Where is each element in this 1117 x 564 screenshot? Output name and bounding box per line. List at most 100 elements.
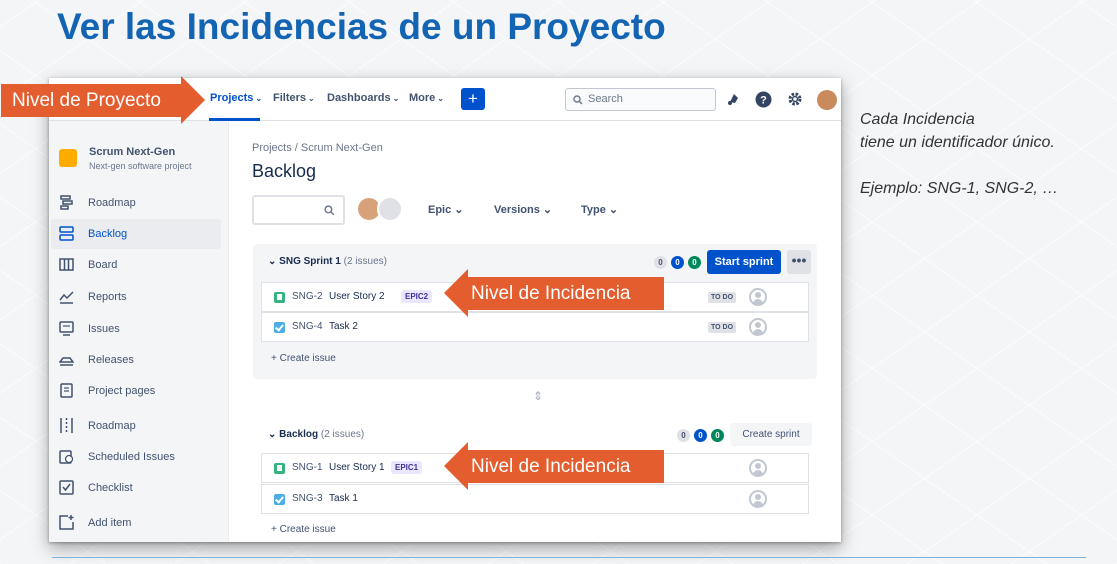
nav-filters[interactable]: Filters ⌄: [273, 92, 315, 104]
issue-key: SNG-1: [292, 462, 323, 473]
sidebar-item-label: Roadmap: [88, 197, 136, 209]
chevron-down-icon: ⌄: [268, 256, 277, 267]
issue-row[interactable]: SNG-4 Task 2 TO DO: [261, 312, 809, 342]
sidebar-item-label: Releases: [88, 354, 134, 366]
releases-icon: [59, 357, 74, 366]
sprint-more-button[interactable]: •••: [787, 250, 811, 274]
unassigned-avatar-icon[interactable]: [749, 288, 767, 306]
epic-filter-label: Epic: [428, 204, 452, 216]
sprint-container: ⌄ SNG Sprint 1 (2 issues) 0 0 0 Start sp…: [253, 244, 817, 379]
settings-icon[interactable]: [787, 91, 803, 107]
issue-summary: User Story 2: [329, 291, 385, 302]
issue-key: SNG-3: [292, 493, 323, 504]
backlog-name: Backlog: [279, 429, 319, 440]
sidebar-item-issues[interactable]: Issues: [51, 314, 221, 344]
issue-key: SNG-2: [292, 291, 323, 302]
callout-label: Nivel de Proyecto: [12, 90, 161, 111]
roadmap-icon: [60, 195, 73, 210]
nav-dashboards[interactable]: Dashboards ⌄: [327, 92, 399, 104]
issue-level-callout: Nivel de Incidencia: [444, 269, 664, 317]
sidebar-item-scheduled-issues[interactable]: Scheduled Issues: [51, 442, 221, 472]
user-avatar[interactable]: [817, 90, 837, 110]
unassigned-avatar-icon[interactable]: [749, 459, 767, 477]
nav-projects[interactable]: Projects ⌄: [210, 92, 262, 104]
sidebar-item-roadmap-2[interactable]: Roadmap: [51, 411, 221, 441]
add-people-icon[interactable]: [377, 196, 403, 222]
type-filter[interactable]: Type ⌄: [581, 203, 618, 216]
done-count-badge: 0: [688, 256, 701, 269]
create-button[interactable]: +: [461, 88, 485, 110]
type-filter-label: Type: [581, 204, 606, 216]
board-icon: [59, 258, 74, 271]
sidebar-item-board[interactable]: Board: [51, 250, 221, 280]
search-input[interactable]: Search: [565, 88, 716, 111]
status-badge[interactable]: TO DO: [708, 292, 737, 303]
reports-icon: [59, 291, 74, 304]
issue-summary: Task 1: [329, 493, 358, 504]
sidebar-item-backlog[interactable]: Backlog: [51, 219, 221, 249]
backlog-header[interactable]: ⌄ Backlog (2 issues): [268, 429, 364, 440]
epic-tag[interactable]: EPIC1: [391, 461, 423, 474]
sidebar-item-label: Backlog: [88, 228, 128, 240]
sidebar-item-label: Project pages: [88, 385, 156, 397]
start-sprint-button[interactable]: Start sprint: [707, 250, 781, 274]
issue-row[interactable]: SNG-3 Task 1: [261, 484, 809, 514]
breadcrumb[interactable]: Projects / Scrum Next-Gen: [252, 142, 383, 154]
nav-more[interactable]: More ⌄: [409, 92, 444, 104]
svg-text:?: ?: [760, 95, 767, 107]
sidebar-item-label: Checklist: [88, 482, 133, 494]
versions-filter[interactable]: Versions ⌄: [494, 203, 552, 216]
sidebar-item-roadmap[interactable]: Roadmap: [51, 188, 221, 218]
done-count-badge: 0: [711, 429, 724, 442]
create-issue-button[interactable]: + Create issue: [271, 353, 336, 364]
create-sprint-button[interactable]: Create sprint: [730, 423, 812, 446]
status-badge[interactable]: TO DO: [708, 322, 737, 333]
nav-filters-label: Filters: [273, 92, 307, 104]
backlog-search-input[interactable]: [252, 195, 345, 225]
chevron-down-icon: ⌄: [268, 429, 277, 440]
chevron-down-icon: ⌄: [308, 94, 315, 103]
project-name[interactable]: Scrum Next-Gen: [89, 146, 175, 158]
notifications-icon[interactable]: [726, 91, 742, 107]
note-line-1: Cada Incidencia: [860, 111, 975, 128]
chevron-down-icon: ⌄: [608, 204, 619, 216]
help-icon[interactable]: ?: [755, 91, 772, 108]
note-example: Ejemplo: SNG-1, SNG-2, …: [860, 180, 1059, 197]
sidebar-item-checklist[interactable]: Checklist: [51, 473, 221, 503]
search-icon: [573, 95, 583, 105]
sidebar-item-label: Scheduled Issues: [88, 451, 175, 463]
task-icon: [274, 494, 285, 505]
scheduled-icon: [59, 450, 74, 464]
sidebar-item-project-pages[interactable]: Project pages: [51, 376, 221, 406]
note-line-2: tiene un identificador único.: [860, 134, 1055, 151]
task-icon: [274, 322, 285, 333]
epic-tag[interactable]: EPIC2: [401, 290, 433, 303]
sidebar-item-releases[interactable]: Releases: [51, 345, 221, 375]
chevron-down-icon: ⌄: [542, 204, 553, 216]
unassigned-avatar-icon[interactable]: [749, 318, 767, 336]
todo-count-badge: 0: [677, 429, 690, 442]
story-icon: [274, 463, 285, 474]
search-icon: [324, 205, 335, 216]
checklist-icon: [59, 480, 74, 495]
drag-handle-icon[interactable]: ⇕: [533, 389, 543, 403]
project-type: Next-gen software project: [89, 161, 192, 171]
backlog-issue-count: (2 issues): [320, 429, 365, 440]
sidebar-item-label: Issues: [88, 323, 120, 335]
callout-label: Nivel de Incidencia: [471, 283, 631, 304]
sidebar-item-label: Reports: [88, 291, 127, 303]
pages-icon: [60, 383, 73, 398]
unassigned-avatar-icon[interactable]: [749, 490, 767, 508]
project-level-callout: Nivel de Proyecto: [1, 76, 205, 124]
sidebar-item-label: Board: [88, 259, 118, 271]
sprint-header[interactable]: ⌄ SNG Sprint 1 (2 issues): [268, 256, 387, 267]
epic-filter[interactable]: Epic ⌄: [428, 203, 464, 216]
sprint-name: SNG Sprint 1: [279, 256, 341, 267]
chevron-down-icon: ⌄: [392, 94, 400, 103]
backlog-icon: [59, 226, 74, 241]
sidebar-item-add-item[interactable]: Add item: [51, 508, 221, 538]
story-icon: [274, 292, 285, 303]
create-issue-button[interactable]: + Create issue: [271, 524, 336, 535]
sidebar-item-reports[interactable]: Reports: [51, 282, 221, 312]
slide-title: Ver las Incidencias de un Proyecto: [57, 6, 666, 47]
